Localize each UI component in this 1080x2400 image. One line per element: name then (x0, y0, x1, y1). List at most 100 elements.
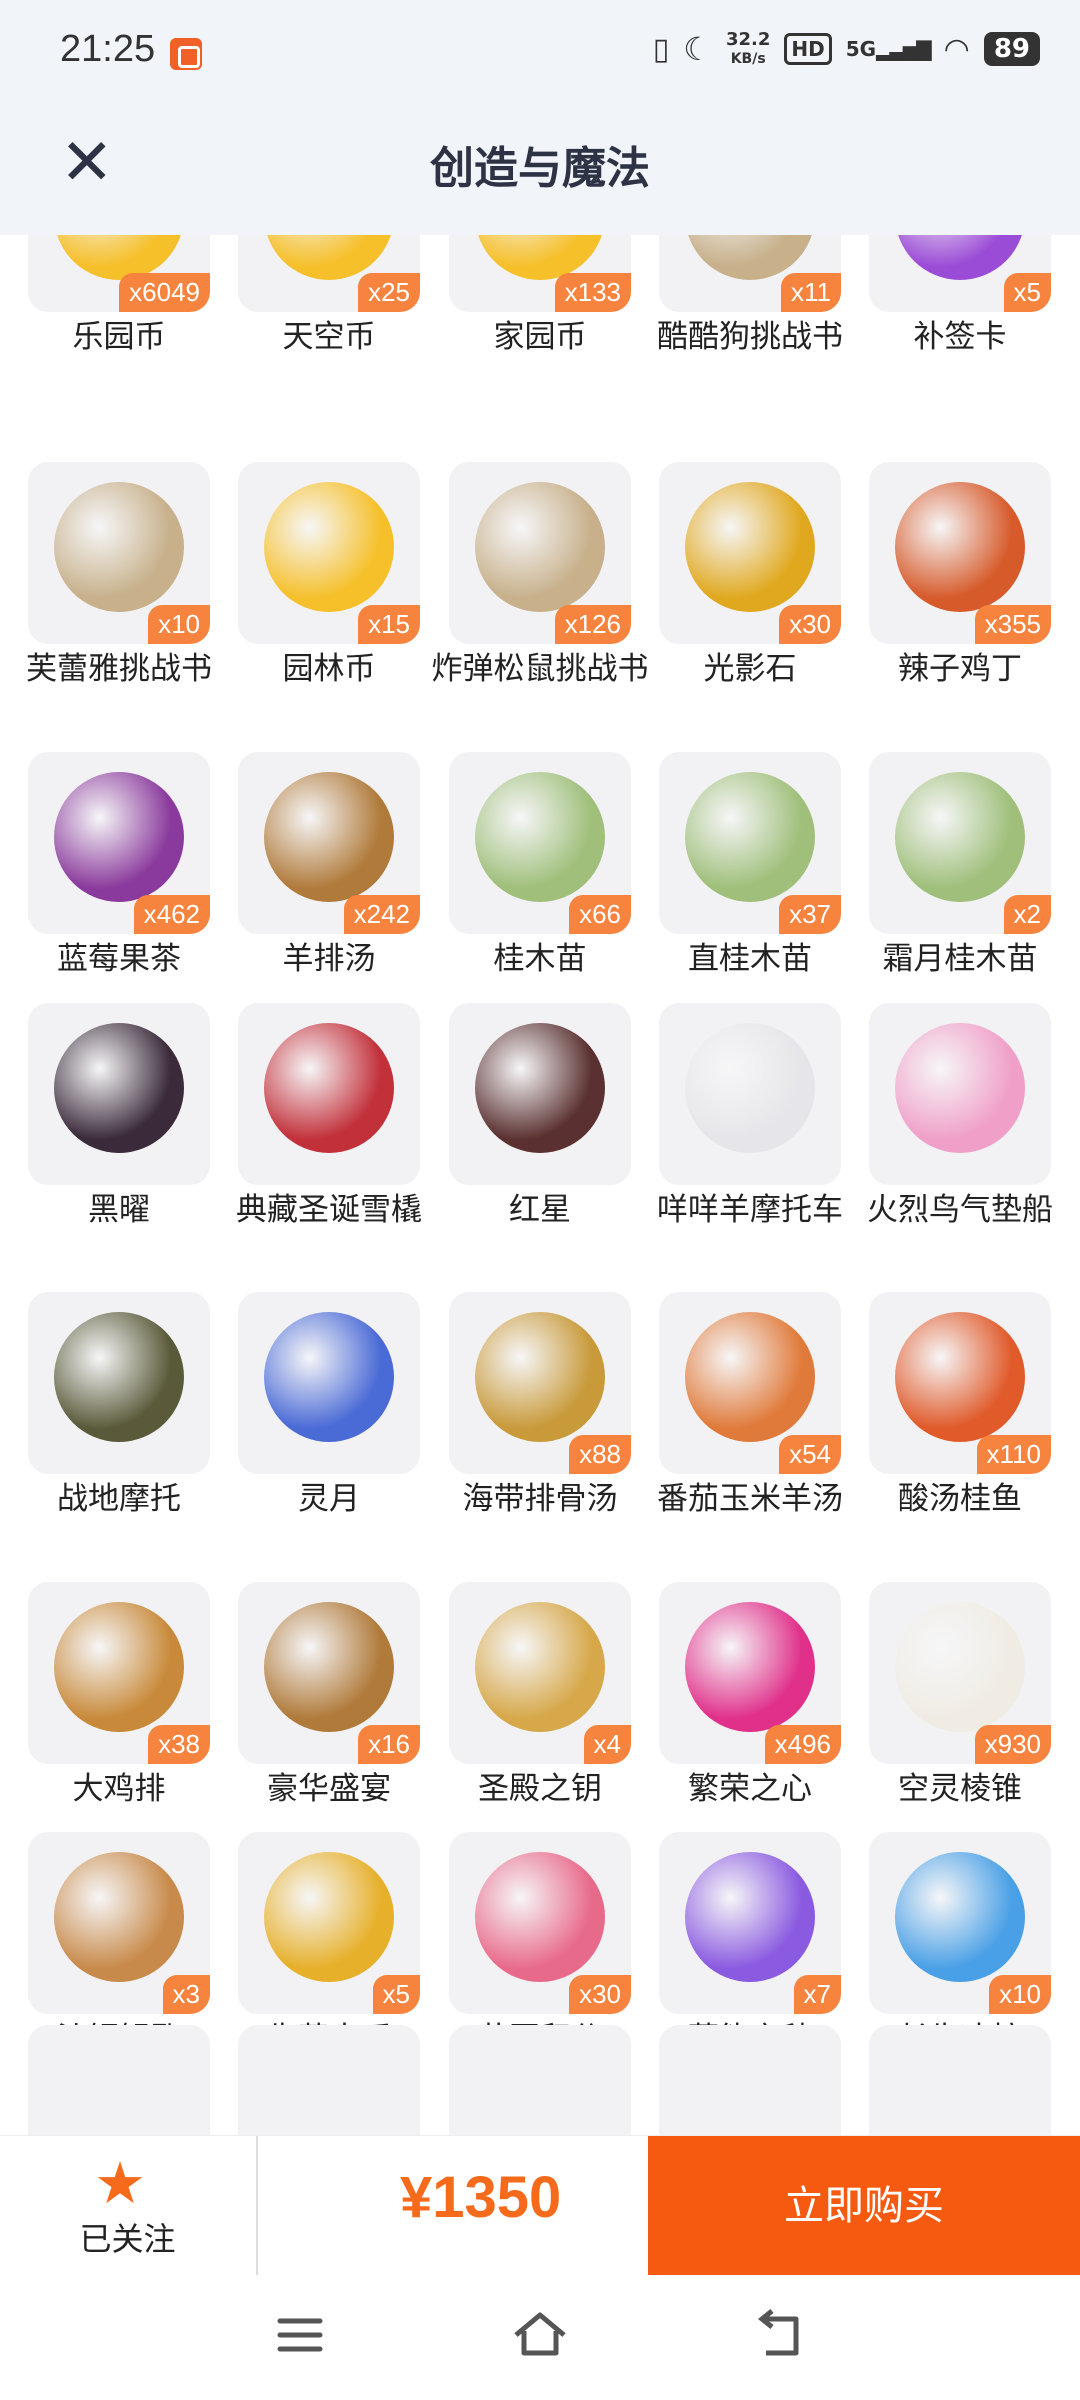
system-nav-bar (0, 2275, 1080, 2400)
item-image: x5 (238, 1832, 420, 2014)
item-name: 黑曜 (88, 1192, 150, 1228)
network-speed: 32.2 KB/s (726, 30, 770, 68)
item-count-badge: x38 (148, 1725, 210, 1764)
item-count-badge: x37 (779, 895, 841, 934)
item-name: 酷酷狗挑战书 (657, 319, 843, 355)
item-art (895, 235, 1025, 280)
item-art (264, 1312, 394, 1442)
item-count-badge: x133 (554, 273, 631, 312)
item-name: 霜月桂木苗 (882, 941, 1038, 977)
item-count-badge: x3 (162, 1975, 210, 2014)
item-art (54, 482, 184, 612)
item-image-partial[interactable] (449, 2025, 631, 2135)
item-image: x4 (449, 1582, 631, 1764)
item-count-badge: x242 (343, 895, 420, 934)
star-icon: ★ (94, 2149, 146, 2217)
item-art (54, 1852, 184, 1982)
hd-icon: HD (784, 33, 832, 65)
buy-now-button[interactable]: 立即购买 (648, 2136, 1080, 2276)
item-image-partial[interactable] (238, 2025, 420, 2135)
item-name: 番茄玉米羊汤 (657, 1481, 843, 1517)
network-speed-unit: KB/s (730, 50, 766, 67)
item-image: x2 (869, 752, 1051, 934)
item-count-badge: x4 (583, 1725, 631, 1764)
item-image: x54 (659, 1292, 841, 1474)
item-image: x462 (28, 752, 210, 934)
follow-button[interactable]: ★ 已关注 (0, 2136, 255, 2276)
follow-label: 已关注 (79, 2220, 176, 2258)
item-art (685, 1023, 815, 1153)
item-image: x10 (869, 1832, 1051, 2014)
item-art (685, 1852, 815, 1982)
item-name: 咩咩羊摩托车 (657, 1192, 843, 1228)
item-art (685, 1602, 815, 1732)
item-art (264, 772, 394, 902)
moon-icon: ☾ (683, 30, 712, 68)
item-image: x15 (238, 462, 420, 644)
item-name: 光影石 (703, 651, 797, 687)
item-art (895, 1852, 1025, 1982)
item-count-badge: x10 (989, 1975, 1051, 2014)
app-notification-icon (170, 38, 202, 70)
item-art (475, 482, 605, 612)
item-image: x66 (449, 752, 631, 934)
item-image: x10 (28, 462, 210, 644)
item-image (238, 1292, 420, 1474)
item-art (264, 482, 394, 612)
item-name: 圣殿之钥 (478, 1771, 602, 1807)
item-name: 乐园币 (72, 319, 166, 355)
item-name: 空灵棱锥 (898, 1771, 1022, 1807)
item-art (475, 1602, 605, 1732)
item-count-badge: x54 (779, 1435, 841, 1474)
item-name: 豪华盛宴 (267, 1771, 391, 1807)
item-name: 羊排汤 (282, 941, 376, 977)
item-name: 酸汤桂鱼 (898, 1481, 1022, 1517)
item-image: x25 (238, 235, 420, 312)
item-count-badge: x930 (974, 1725, 1051, 1764)
status-icons: ▯ ☾ 32.2 KB/s HD 5G▂▃▅▇ ◠ 89 (653, 30, 1040, 68)
menu-icon[interactable] (270, 2305, 330, 2365)
item-count-badge: x126 (554, 605, 631, 644)
item-image: x355 (869, 462, 1051, 644)
item-image: x88 (449, 1292, 631, 1474)
item-image-partial[interactable] (659, 2025, 841, 2135)
item-count-badge: x355 (974, 605, 1051, 644)
item-grid[interactable]: x6049 乐园币 x25 天空币 x133 家园币 x11 酷酷狗挑战书 x5 补签卡 x10 芙蕾… (0, 235, 1080, 2135)
back-icon[interactable] (750, 2305, 810, 2365)
item-count-badge: x6049 (119, 273, 210, 312)
item-name: 园林币 (282, 651, 376, 687)
page-title: 创造与魔法 (430, 143, 650, 194)
item-count-badge: x30 (569, 1975, 631, 2014)
item-image: x930 (869, 1582, 1051, 1764)
item-count-badge: x66 (569, 895, 631, 934)
item-name: 火烈鸟气垫船 (867, 1192, 1053, 1228)
divider (256, 2136, 258, 2276)
item-image: x38 (28, 1582, 210, 1764)
item-image: x30 (659, 462, 841, 644)
item-art (54, 772, 184, 902)
item-name: 家园币 (493, 319, 587, 355)
item-image: x110 (869, 1292, 1051, 1474)
item-image: x5 (869, 235, 1051, 312)
item-image (28, 1292, 210, 1474)
signal-label: 5G (845, 37, 877, 61)
item-art (475, 1852, 605, 1982)
item-image: x6049 (28, 235, 210, 312)
item-count-badge: x5 (372, 1975, 420, 2014)
item-image-partial[interactable] (869, 2025, 1051, 2135)
item-count-badge: x2 (1003, 895, 1051, 934)
item-count-badge: x16 (358, 1725, 420, 1764)
item-art (895, 1312, 1025, 1442)
item-image (238, 1003, 420, 1185)
header: ✕ 创造与魔法 (0, 110, 1080, 235)
item-count-badge: x7 (793, 1975, 841, 2014)
item-image-partial[interactable] (28, 2025, 210, 2135)
item-image (869, 1003, 1051, 1185)
item-count-badge: x496 (764, 1725, 841, 1764)
home-icon[interactable] (510, 2305, 570, 2365)
item-art (475, 1023, 605, 1153)
item-count-badge: x462 (133, 895, 210, 934)
item-name: 炸弹松鼠挑战书 (431, 651, 649, 687)
status-time: 21:25 (60, 28, 156, 70)
item-count-badge: x15 (358, 605, 420, 644)
